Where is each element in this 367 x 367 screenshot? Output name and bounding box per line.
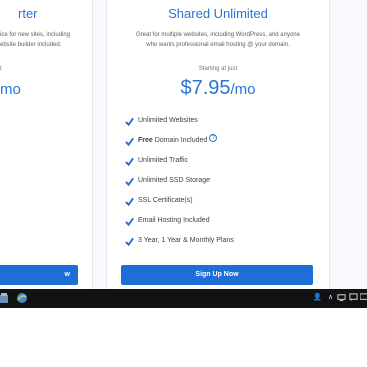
feature-item: Unlimited Websites [125,114,234,134]
feature-text: SSL Certificate(s) [138,197,193,204]
feature-item: Free Domain Included? [125,134,234,154]
check-icon [125,137,134,146]
feature-text: Unlimited SSD Storage [138,177,210,184]
feature-list: Unlimited Websites Free Domain Included?… [125,114,234,254]
plan-description-line: ebsite builder included. [0,42,62,48]
taskbar: 👤 ∧ [0,289,367,308]
feature-text-bold: Free [138,137,153,144]
network-icon[interactable] [337,293,346,302]
file-manager-icon[interactable] [0,292,12,304]
display-icon[interactable] [360,293,367,302]
browser-icon[interactable] [16,292,28,304]
check-icon [125,117,134,126]
check-icon [125,217,134,226]
check-icon [125,237,134,246]
plan-description-line: who wants professional email hosting @ y… [146,42,290,48]
price-unit: /mo [230,81,256,98]
feature-item: SSL Certificate(s) [125,194,234,214]
button-label: w [64,271,70,278]
starting-at-label: Starting at just [198,66,238,72]
feature-text: 3 Year, 1 Year & Monthly Plans [138,237,234,244]
feature-item: 3 Year, 1 Year & Monthly Plans [125,234,234,254]
plan-description-line: Great for multiple websites, including W… [136,32,300,38]
feature-text: Unlimited Websites [138,117,198,124]
feature-item: Unlimited Traffic [125,154,234,174]
feature-item: Unlimited SSD Storage [125,174,234,194]
people-icon[interactable]: 👤 [313,293,322,301]
check-icon [125,157,134,166]
plan-title: rter [18,6,38,21]
price-unit: mo [0,81,21,98]
plan-price: $7.95/mo [107,77,329,100]
price-amount: $7.95 [180,77,231,99]
feature-text: Email Hosting Included [138,217,210,224]
feature-text: Domain Included [152,137,208,144]
check-icon [125,177,134,186]
plan-price: mo [0,77,92,100]
plan-description: Great for multiple websites, including W… [117,30,319,50]
check-icon [125,197,134,206]
chat-icon[interactable] [349,293,358,302]
help-circle-icon[interactable]: ? [209,134,218,142]
sign-up-button-starter[interactable]: w [0,265,78,285]
pricing-page: rter ice for new sites, including ebsite… [0,0,367,289]
sign-up-button-shared-unlimited[interactable]: Sign Up Now [121,265,313,285]
plan-description: ice for new sites, including ebsite buil… [0,30,82,50]
feature-text: Unlimited Traffic [138,157,189,164]
plan-description-line: ice for new sites, including [0,32,71,38]
plan-card-starter: rter ice for new sites, including ebsite… [0,0,93,289]
chevron-up-icon[interactable]: ∧ [328,293,333,301]
plan-title: Shared Unlimited [168,6,268,21]
plan-card-shared-unlimited: Shared Unlimited Great for multiple webs… [106,0,330,289]
starting-at-label: t [0,66,2,72]
feature-item: Email Hosting Included [125,214,234,234]
